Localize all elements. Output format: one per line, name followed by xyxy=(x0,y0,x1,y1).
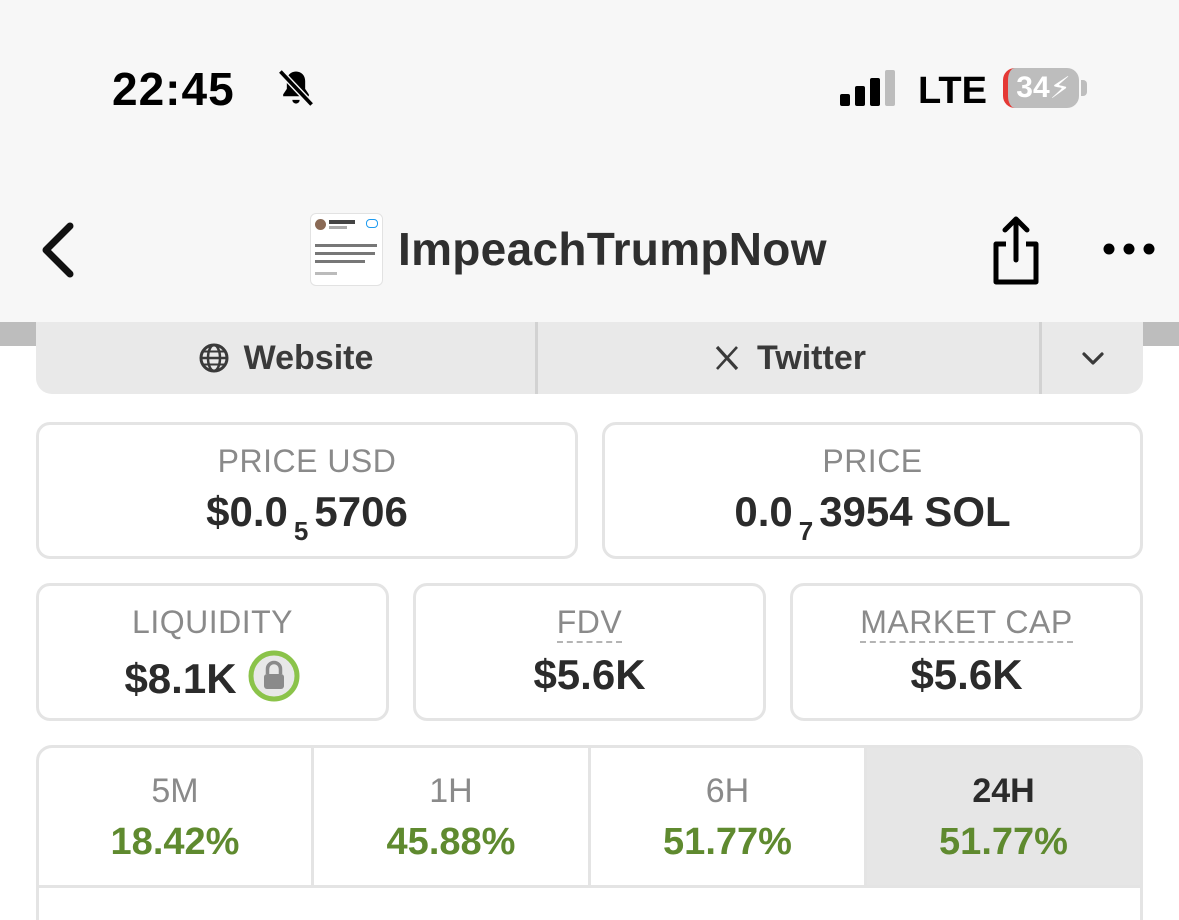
battery-level: 34 xyxy=(1016,71,1050,104)
bell-muted-icon xyxy=(278,69,314,107)
liquidity-value: $8.1K xyxy=(124,655,237,702)
price-usd-value: $0.0 5 5706 xyxy=(39,488,575,546)
timeframe-row: 5M 18.42% 1H 45.88% 6H 51.77% 24H 51.77% xyxy=(39,748,1140,888)
charging-bolt-icon: ⚡ xyxy=(1049,71,1071,105)
more-links-dropdown[interactable] xyxy=(1042,322,1143,394)
price-usd-subscript: 5 xyxy=(293,516,309,546)
thumbnail-follow-badge xyxy=(366,219,378,228)
timeframe-table: 5M 18.42% 1H 45.88% 6H 51.77% 24H 51.77% xyxy=(36,745,1143,920)
thumbnail-text-line xyxy=(315,260,365,263)
timeframe-label: 24H xyxy=(972,772,1035,810)
price-usd-label: PRICE USD xyxy=(217,443,397,479)
battery-indicator: 34 ⚡ xyxy=(1003,68,1079,108)
signal-icon xyxy=(840,70,895,106)
timeframe-change: 18.42% xyxy=(110,821,240,863)
fdv-card[interactable]: FDV $5.6K xyxy=(413,583,766,721)
lock-icon[interactable] xyxy=(247,649,301,703)
timeframe-change: 45.88% xyxy=(386,821,516,863)
more-options-icon[interactable] xyxy=(1100,236,1158,262)
website-button[interactable]: Website xyxy=(36,322,538,394)
twitter-label: Twitter xyxy=(757,338,866,377)
price-sol-card: PRICE 0.0 7 3954 SOL xyxy=(602,422,1143,559)
network-type: LTE xyxy=(918,70,987,112)
liquidity-value-row: $8.1K xyxy=(39,649,386,703)
back-chevron-icon[interactable] xyxy=(36,220,86,280)
timeframe-change: 51.77% xyxy=(939,821,1068,863)
price-usd-suffix: 5706 xyxy=(314,488,408,535)
thumbnail-text-line xyxy=(315,244,377,247)
top-bar: 22:45 LTE 34 ⚡ ImpeachTrumpNow xyxy=(0,0,1179,322)
links-bar: Website Twitter xyxy=(36,322,1143,394)
market-cap-label: MARKET CAP xyxy=(860,604,1073,643)
price-sol-value: 0.0 7 3954 SOL xyxy=(605,488,1140,546)
price-sol-prefix: 0.0 xyxy=(734,488,793,535)
timeframe-label: 6H xyxy=(705,772,750,810)
globe-icon xyxy=(199,343,229,373)
liquidity-card: LIQUIDITY $8.1K xyxy=(36,583,389,721)
thumbnail-handle-line xyxy=(329,226,347,229)
timeframe-label: 5M xyxy=(151,772,199,810)
thumbnail-name-line xyxy=(329,220,355,224)
price-sol-subscript: 7 xyxy=(798,516,814,546)
twitter-button[interactable]: Twitter xyxy=(538,322,1042,394)
liquidity-label: LIQUIDITY xyxy=(132,604,293,640)
token-thumbnail xyxy=(310,213,383,286)
status-time: 22:45 xyxy=(112,63,235,115)
strip-edge-right xyxy=(1141,322,1179,346)
timeframe-1h[interactable]: 1H 45.88% xyxy=(314,748,591,885)
price-usd-card: PRICE USD $0.0 5 5706 xyxy=(36,422,578,559)
thumbnail-avatar xyxy=(315,219,326,230)
timeframe-label: 1H xyxy=(429,772,473,810)
price-sol-label: PRICE xyxy=(822,443,923,479)
timeframe-6h[interactable]: 6H 51.77% xyxy=(591,748,867,885)
website-label: Website xyxy=(243,338,374,377)
page-title: ImpeachTrumpNow xyxy=(398,223,827,275)
timeframe-24h[interactable]: 24H 51.77% xyxy=(867,748,1140,885)
fdv-label: FDV xyxy=(556,604,623,643)
thumbnail-text-line xyxy=(315,252,375,255)
battery-nub xyxy=(1081,80,1087,96)
strip-edge-left xyxy=(0,322,38,346)
timeframe-5m[interactable]: 5M 18.42% xyxy=(39,748,314,885)
market-cap-card[interactable]: MARKET CAP $5.6K xyxy=(790,583,1143,721)
fdv-value: $5.6K xyxy=(533,650,646,698)
chevron-down-icon xyxy=(1081,352,1104,365)
price-usd-prefix: $0.0 xyxy=(206,488,288,535)
market-cap-value: $5.6K xyxy=(910,650,1023,698)
share-icon[interactable] xyxy=(988,214,1044,286)
x-logo-icon xyxy=(715,345,739,371)
price-sol-suffix: 3954 SOL xyxy=(819,488,1011,535)
timeframe-change: 51.77% xyxy=(663,821,792,863)
thumbnail-meta-line xyxy=(315,272,337,275)
